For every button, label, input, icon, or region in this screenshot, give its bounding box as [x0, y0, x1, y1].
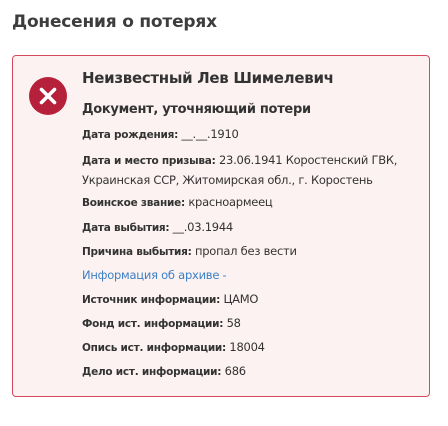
field-label: Дата рождения:	[82, 129, 179, 141]
field-value: красноармеец	[188, 195, 273, 209]
field-label: Источник информации:	[82, 294, 221, 306]
field-value: 18004	[229, 340, 265, 354]
field-label: Воинское звание:	[82, 197, 185, 209]
field-label: Фонд ист. информации:	[82, 318, 224, 330]
field-birth-date: Дата рождения: __.__.1910	[82, 125, 423, 145]
field-case: Дело ист. информации: 686	[82, 362, 423, 382]
field-value: ЦАМО	[223, 292, 259, 306]
field-value: __.__.1910	[181, 127, 239, 141]
archive-info-link[interactable]: Информация об архиве -	[82, 266, 227, 285]
field-label: Дата и место призыва:	[82, 155, 216, 167]
field-leave-date: Дата выбытия: __.03.1944	[82, 218, 423, 238]
field-leave-reason: Причина выбытия: пропал без вести	[82, 242, 423, 262]
field-value: 58	[226, 316, 241, 330]
field-source: Источник информации: ЦАМО	[82, 290, 423, 310]
field-value: пропал без вести	[194, 244, 297, 258]
person-name: Неизвестный Лев Шимелевич	[82, 69, 334, 87]
field-label: Причина выбытия:	[82, 246, 192, 258]
document-type: Документ, уточняющий потери	[82, 102, 311, 117]
page: Донесения о потерях Неизвестный Лев Шиме…	[0, 0, 448, 426]
loss-report-card: Неизвестный Лев Шимелевич Документ, уточ…	[12, 55, 430, 397]
field-label: Опись ист. информации:	[82, 342, 226, 354]
field-inventory: Опись ист. информации: 18004	[82, 338, 423, 358]
field-value: __.03.1944	[172, 220, 233, 234]
field-draft: Дата и место призыва: 23.06.1941 Коросте…	[82, 151, 423, 190]
field-label: Дата выбытия:	[82, 222, 170, 234]
field-fund: Фонд ист. информации: 58	[82, 314, 423, 334]
field-value: 686	[224, 364, 246, 378]
circle-x-icon	[29, 77, 67, 115]
field-label: Дело ист. информации:	[82, 366, 222, 378]
field-rank: Воинское звание: красноармеец	[82, 193, 423, 213]
section-title: Донесения о потерях	[12, 12, 217, 32]
